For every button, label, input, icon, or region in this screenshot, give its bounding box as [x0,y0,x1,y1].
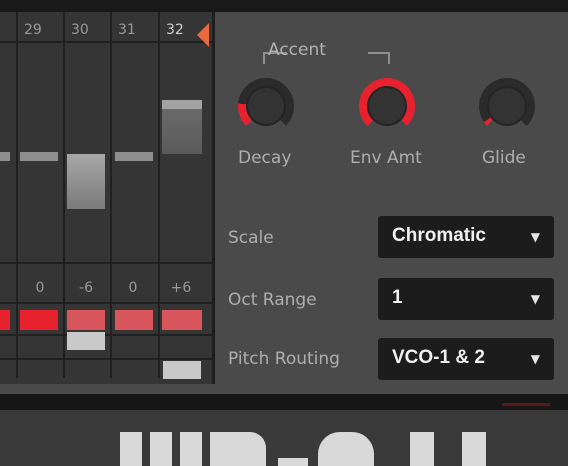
pitch-slider[interactable] [0,152,10,161]
accent-cell[interactable] [67,310,105,330]
decay-label: Decay [238,148,292,168]
logo-fragment [150,432,172,466]
pitch-slider[interactable] [115,152,153,161]
pitch-slider[interactable] [162,100,202,109]
knob-body [246,86,286,126]
step-number: 29 [24,22,42,38]
scale-value: Chromatic [392,225,486,246]
oct-range-dropdown[interactable]: 1 ▼ [378,278,554,320]
step-number: 32 [166,22,184,38]
oct-range-value: 1 [392,287,403,308]
oct-range-label: Oct Range [228,290,317,310]
accent-cell[interactable] [0,310,10,330]
glide-knob[interactable] [479,78,535,134]
row-divider [0,41,212,43]
transpose-value[interactable]: -6 [66,280,106,296]
column-divider [158,12,160,378]
logo-fragment [278,458,308,466]
logo-fragment [318,432,374,466]
pitch-routing-dropdown[interactable]: VCO-1 & 2 ▼ [378,338,554,380]
synth-panel: 29 30 31 32 0 -6 0 +6 Accent Decay Env A… [0,0,568,466]
tie-cell[interactable] [163,361,201,379]
env-amt-knob[interactable] [359,78,415,134]
accent-bracket-right [368,52,390,64]
knob-body [367,86,407,126]
step-number: 31 [118,22,136,38]
column-divider [110,12,112,378]
transpose-value[interactable]: 0 [20,280,60,296]
sequencer-grid: 29 30 31 32 0 -6 0 +6 [0,12,215,384]
scale-label: Scale [228,228,274,248]
scale-dropdown[interactable]: Chromatic ▼ [378,216,554,258]
logo-fragment [180,432,202,466]
decay-knob[interactable] [238,78,294,134]
transpose-value[interactable]: +6 [161,280,201,296]
knob-body [487,86,527,126]
row-divider [0,302,212,304]
accent-cell[interactable] [162,310,202,330]
playhead-marker-icon [197,23,209,47]
pitch-slider[interactable] [67,154,105,209]
row-divider [0,334,212,336]
triangle-down-icon: ▼ [530,292,540,306]
row-divider [0,262,212,264]
accent-section-title: Accent [268,40,326,60]
pitch-routing-value: VCO-1 & 2 [392,347,485,368]
triangle-down-icon: ▼ [530,230,540,244]
logo-fragment [462,432,486,466]
step-number: 30 [71,22,89,38]
accent-cell[interactable] [20,310,58,330]
logo-fragment [120,432,142,466]
logo-fragment [210,432,266,466]
triangle-down-icon: ▼ [530,352,540,366]
pitch-slider[interactable] [20,152,58,161]
glide-label: Glide [482,148,526,168]
pitch-routing-label: Pitch Routing [228,349,340,369]
logo-band [0,410,568,466]
transpose-value[interactable]: 0 [113,280,153,296]
logo-fragment [410,432,434,466]
top-strip [0,0,568,12]
env-amt-label: Env Amt [350,148,422,168]
column-divider [63,12,65,378]
divider-bar [0,394,568,410]
row-divider [0,358,212,360]
accent-cell[interactable] [115,310,153,330]
column-divider [16,12,18,378]
slide-cell[interactable] [67,332,105,350]
